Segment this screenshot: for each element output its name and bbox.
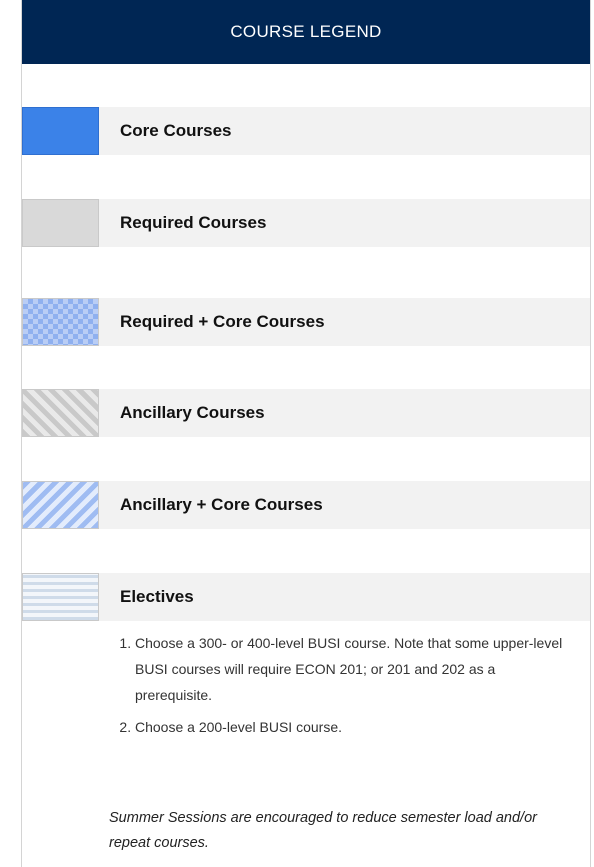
ancillary-core-swatch: [22, 481, 99, 529]
legend-label-core: Core Courses: [99, 107, 590, 155]
legend-label-ancillary: Ancillary Courses: [99, 389, 590, 437]
legend-header: COURSE LEGEND: [22, 0, 590, 64]
electives-note-item: Choose a 300- or 400-level BUSI course. …: [135, 630, 569, 708]
electives-swatch: [22, 573, 99, 621]
legend-row-required-core: Required + Core Courses: [22, 298, 590, 346]
legend-label-required-core: Required + Core Courses: [99, 298, 590, 346]
core-swatch: [22, 107, 99, 155]
electives-notes-list: Choose a 300- or 400-level BUSI course. …: [99, 630, 569, 746]
ancillary-swatch: [22, 389, 99, 437]
required-swatch: [22, 199, 99, 247]
legend-label-ancillary-core: Ancillary + Core Courses: [99, 481, 590, 529]
legend-row-ancillary-core: Ancillary + Core Courses: [22, 481, 590, 529]
required-core-swatch: [22, 298, 99, 346]
legend-row-core: Core Courses: [22, 107, 590, 155]
legend-label-required: Required Courses: [99, 199, 590, 247]
legend-row-ancillary: Ancillary Courses: [22, 389, 590, 437]
course-legend-panel: COURSE LEGEND Core Courses Required Cour…: [21, 0, 591, 867]
electives-note-item: Choose a 200-level BUSI course.: [135, 714, 569, 740]
summer-sessions-note: Summer Sessions are encouraged to reduce…: [109, 810, 537, 851]
legend-row-electives: Electives: [22, 573, 590, 621]
legend-label-electives: Electives: [99, 573, 590, 621]
legend-title: COURSE LEGEND: [230, 22, 382, 41]
legend-row-required: Required Courses: [22, 199, 590, 247]
